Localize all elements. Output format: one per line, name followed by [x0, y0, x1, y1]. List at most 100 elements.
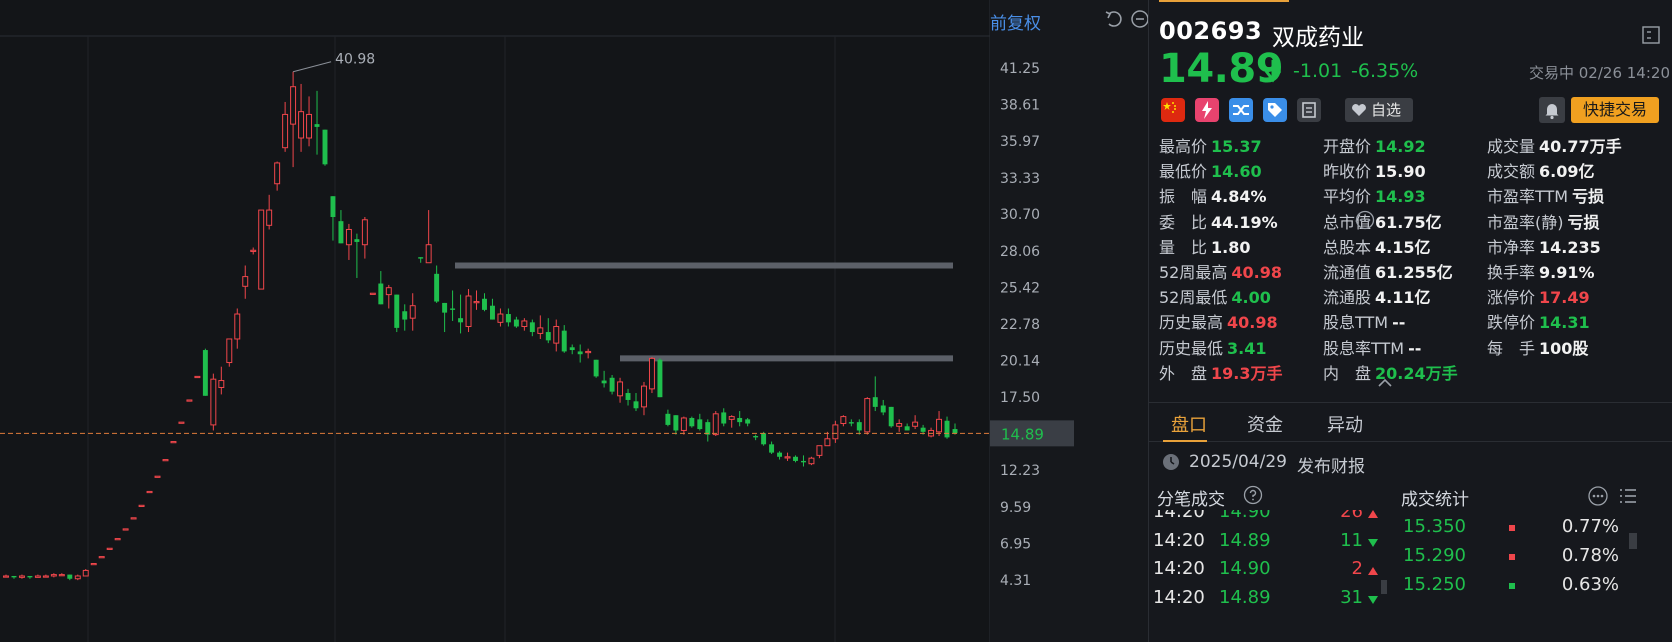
candle	[226, 338, 233, 367]
candle	[50, 573, 57, 578]
candle	[505, 308, 511, 327]
candle-body	[27, 575, 33, 578]
candle	[529, 319, 535, 337]
candle	[904, 423, 910, 431]
stat-item: 总市值 61.75亿	[1323, 209, 1442, 233]
candle	[745, 417, 751, 427]
kline-svg[interactable]: 41.25 38.61 35.97 33.33 30.70 28.06 25.42 22.78…	[0, 0, 1148, 642]
adjust-mode-button[interactable]: 前复权	[990, 9, 1041, 34]
stat-value: 40.98	[1227, 313, 1278, 333]
stat-value: 61.75亿	[1375, 212, 1442, 232]
volume-stats-list[interactable]: 15.350 0.77% 15.290 0.78% 15.250 0.63%	[1399, 510, 1672, 642]
tick-row: 14:20 14.89 11	[1149, 530, 1389, 558]
stat-item: 开盘价 14.92	[1323, 133, 1426, 157]
more-options-icon[interactable]	[1587, 485, 1609, 507]
stat-item: 股息率TTM --	[1323, 335, 1421, 359]
stat-item: 最低价 14.60	[1159, 158, 1262, 182]
y-tick-label: 4.31	[1000, 573, 1031, 589]
candle-body	[824, 438, 831, 447]
candle	[880, 399, 886, 416]
peak-label: 40.98	[335, 52, 375, 68]
stat-value: 17.49	[1539, 288, 1590, 308]
panel-layout-icon[interactable]	[1641, 25, 1661, 45]
candle-body	[98, 556, 105, 559]
candle	[482, 293, 487, 312]
note-icon[interactable]	[1297, 98, 1321, 122]
resistance-line	[620, 355, 953, 362]
trade-status: 交易中 02/26 14:20	[1529, 64, 1670, 82]
tab-unusual[interactable]: 异动	[1327, 411, 1363, 437]
report-notice[interactable]: 2025/04/29 发布财报	[1149, 446, 1672, 478]
tag-icon[interactable]	[1263, 98, 1287, 122]
china-flag-icon[interactable]	[1161, 98, 1185, 122]
candle-body	[745, 419, 751, 424]
add-watchlist-button[interactable]: 自选	[1345, 98, 1413, 122]
more-icon[interactable]	[1355, 210, 1375, 230]
y-tick-label: 20.14	[1000, 354, 1040, 370]
quick-trade-button[interactable]: 快捷交易	[1571, 97, 1659, 123]
candle	[354, 233, 360, 278]
candle-body	[194, 375, 201, 379]
candle	[801, 455, 806, 467]
stat-value: 44.19%	[1211, 212, 1278, 232]
candle-body	[90, 563, 97, 566]
candle-body	[306, 113, 313, 139]
alert-button[interactable]	[1539, 97, 1565, 123]
candle	[617, 377, 624, 403]
y-tick-label: 33.33	[1000, 171, 1040, 187]
kline-chart[interactable]: 41.25 38.61 35.97 33.33 30.70 28.06 25.42 22.78…	[0, 0, 1150, 642]
candle	[58, 573, 65, 577]
zoom-out-icon[interactable]	[1130, 9, 1150, 29]
stat-value: 14.235	[1539, 237, 1601, 257]
tick-price: 14.90	[1219, 558, 1271, 579]
candle-body	[489, 305, 495, 320]
candle-body	[593, 359, 599, 377]
candle-body	[202, 350, 208, 396]
candle-body	[497, 313, 504, 323]
collapse-caret-icon[interactable]	[1377, 378, 1393, 388]
tab-capital[interactable]: 资金	[1247, 411, 1283, 437]
stat-label: 历史最高	[1159, 313, 1224, 333]
stat-value: 61.255亿	[1375, 263, 1453, 282]
candle	[122, 528, 129, 531]
tick-volume: 2	[1351, 558, 1363, 579]
stat-label: 流通值	[1323, 263, 1372, 282]
candle-body	[633, 401, 639, 409]
list-view-icon[interactable]	[1617, 485, 1639, 507]
stat-value: 14.31	[1539, 313, 1590, 333]
stat-label: 跌停价	[1487, 313, 1536, 333]
tab-orderbook[interactable]: 盘口	[1171, 411, 1207, 437]
candle	[521, 318, 528, 331]
candle-body	[106, 547, 113, 550]
stat-value: --	[1392, 313, 1406, 333]
candle	[896, 419, 903, 432]
candle-body	[298, 111, 305, 139]
candle	[18, 574, 25, 579]
candle-body	[912, 421, 919, 427]
candle	[609, 375, 615, 395]
candle-body	[793, 456, 798, 461]
volume-stats-scrollbar[interactable]	[1629, 533, 1637, 549]
candle-body	[338, 221, 344, 244]
candle	[705, 419, 711, 442]
candle	[34, 574, 41, 578]
candle	[944, 416, 950, 439]
candle-body	[689, 417, 695, 427]
help-icon[interactable]	[1243, 485, 1263, 505]
candle-body	[146, 490, 153, 494]
tick-list[interactable]: 14:20 14.90 26 14:20 14.89 11 14:20 14.90 2 14:20…	[1149, 510, 1389, 642]
y-tick-label: 35.97	[1000, 134, 1040, 150]
stat-label: 量 比	[1159, 237, 1208, 257]
candle	[106, 547, 113, 550]
down-arrow-icon	[1264, 60, 1282, 83]
vs-price: 15.350	[1403, 516, 1466, 537]
shuffle-icon[interactable]	[1229, 98, 1253, 122]
tab-underline	[1163, 440, 1207, 442]
candle-body	[832, 424, 839, 440]
undo-icon[interactable]	[1104, 9, 1124, 29]
y-tick-label: 25.42	[1000, 280, 1040, 296]
stat-value: 9.91%	[1539, 263, 1595, 282]
candle	[537, 315, 544, 339]
lightning-icon[interactable]	[1195, 98, 1219, 122]
vs-bar	[1509, 525, 1515, 531]
